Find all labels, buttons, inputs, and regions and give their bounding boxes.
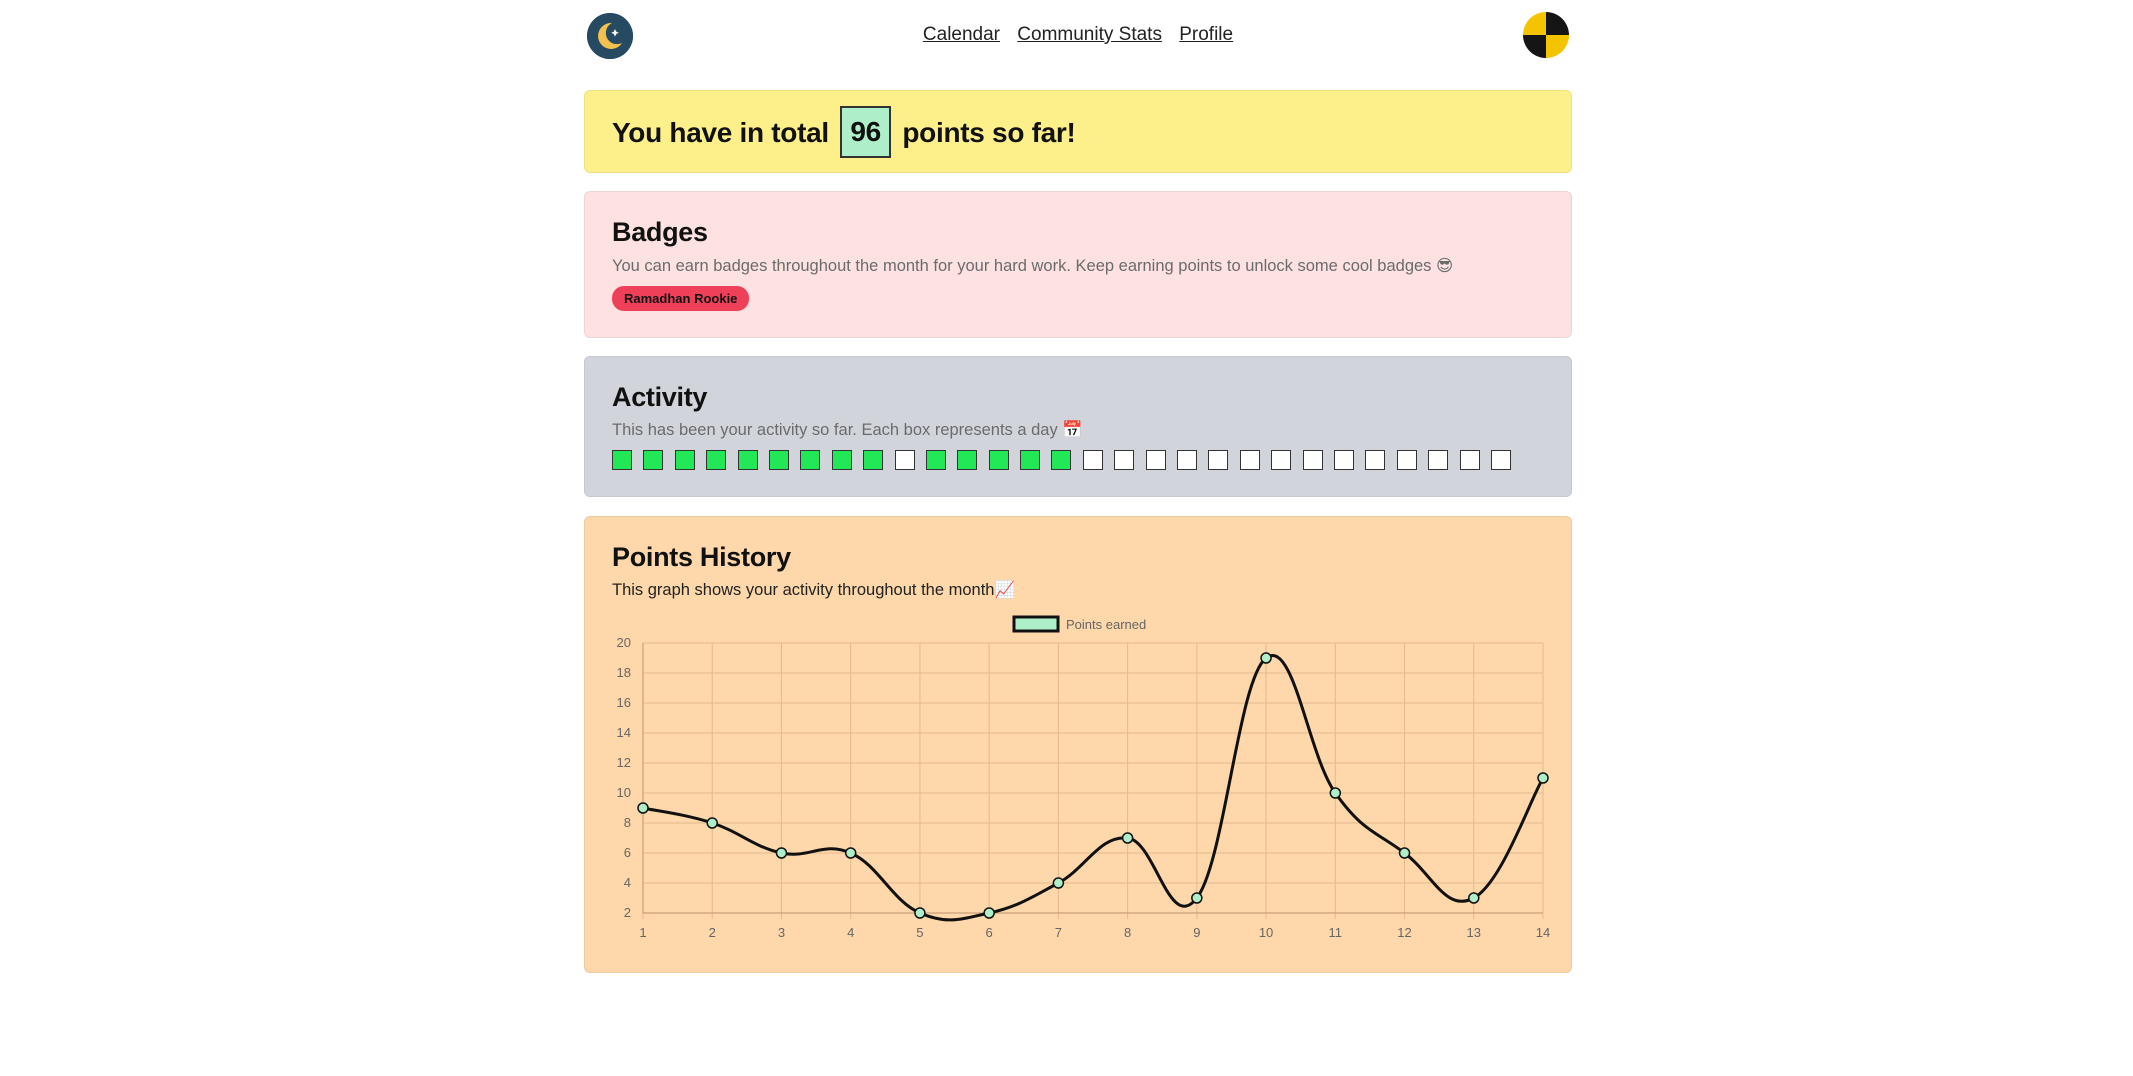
- badges-card: Badges You can earn badges throughout th…: [584, 191, 1572, 338]
- points-total: 96: [840, 105, 891, 158]
- activity-day-2: [643, 450, 664, 470]
- legend-swatch: [1012, 615, 1060, 633]
- points-summary: You have in total 96 points so far!: [612, 91, 1544, 174]
- header: Calendar Community Stats Profile: [584, 0, 1572, 72]
- x-tick-label: 14: [1536, 925, 1550, 940]
- series-line-points-earned: [642, 654, 1545, 922]
- y-tick-label: 4: [624, 875, 631, 890]
- points-suffix: points so far!: [902, 117, 1076, 148]
- x-tick-label: 13: [1467, 925, 1481, 940]
- x-tick-label: 9: [1193, 925, 1200, 940]
- data-point: [1121, 832, 1134, 844]
- activity-day-21: [1239, 450, 1260, 470]
- activity-day-4: [706, 450, 727, 470]
- y-tick-label: 6: [624, 845, 631, 860]
- badges-title: Badges: [612, 217, 708, 247]
- y-tick-label: 12: [617, 755, 631, 770]
- avatar[interactable]: [1523, 12, 1569, 58]
- data-point: [844, 847, 857, 859]
- activity-day-14: [1020, 450, 1041, 470]
- x-tick-label: 10: [1259, 925, 1273, 940]
- activity-day-6: [768, 450, 789, 470]
- activity-day-10: [894, 450, 915, 470]
- points-history-chart: 24681012141618201 2 3 4 5 6 7 8 9 10 11 12 13 14Point…: [617, 615, 1550, 940]
- activity-description: This has been your activity so far. Each…: [612, 421, 1083, 439]
- y-tick-label: 18: [617, 665, 631, 680]
- data-point: [1260, 652, 1272, 664]
- activity-day-5: [737, 450, 758, 470]
- activity-day-18: [1145, 450, 1166, 470]
- activity-day-24: [1333, 450, 1354, 470]
- data-point: [1468, 892, 1480, 904]
- activity-day-23: [1302, 450, 1323, 470]
- activity-day-13: [988, 450, 1009, 470]
- main-nav: Calendar Community Stats Profile: [584, 24, 1572, 46]
- x-tick-label: 8: [1124, 925, 1131, 940]
- legend-label: Points earned: [1066, 617, 1146, 632]
- points-card: You have in total 96 points so far!: [584, 90, 1572, 173]
- y-tick-label: 16: [617, 695, 631, 710]
- data-point: [1537, 772, 1549, 784]
- x-tick-label: 2: [709, 925, 716, 940]
- x-tick-label: 1: [639, 925, 646, 940]
- data-point: [1329, 787, 1342, 799]
- activity-day-9: [863, 450, 884, 470]
- y-tick-label: 20: [617, 635, 631, 650]
- activity-day-27: [1428, 450, 1449, 470]
- data-point: [637, 802, 649, 814]
- x-tick-label: 3: [778, 925, 785, 940]
- activity-day-8: [831, 450, 852, 470]
- activity-day-1: [612, 450, 632, 470]
- activity-day-7: [800, 450, 821, 470]
- nav-calendar[interactable]: Calendar: [923, 24, 1000, 45]
- activity-day-15: [1051, 450, 1072, 470]
- data-point: [706, 817, 718, 829]
- y-tick-label: 2: [624, 905, 631, 920]
- points-history-card: Points History This graph shows your act…: [584, 516, 1572, 973]
- x-tick-label: 11: [1329, 925, 1343, 940]
- activity-day-22: [1271, 450, 1292, 470]
- activity-day-25: [1365, 450, 1386, 470]
- data-point: [1191, 892, 1203, 904]
- y-tick-label: 10: [617, 785, 631, 800]
- activity-day-3: [674, 450, 695, 470]
- activity-day-grid: [612, 450, 1544, 470]
- data-point: [1052, 877, 1065, 889]
- points-prefix: You have in total: [612, 117, 829, 148]
- activity-card: Activity This has been your activity so …: [584, 356, 1572, 497]
- x-tick-label: 12: [1397, 925, 1411, 940]
- nav-community-stats[interactable]: Community Stats: [1017, 24, 1162, 45]
- page: Calendar Community Stats Profile You hav…: [584, 0, 1572, 973]
- nav-profile[interactable]: Profile: [1179, 24, 1233, 45]
- badges-description: You can earn badges throughout the month…: [612, 257, 1454, 275]
- activity-day-28: [1459, 450, 1480, 470]
- activity-day-20: [1208, 450, 1229, 470]
- x-tick-label: 5: [916, 925, 923, 940]
- y-tick-label: 8: [624, 815, 631, 830]
- activity-day-11: [925, 450, 946, 470]
- activity-day-26: [1396, 450, 1417, 470]
- data-point: [914, 907, 926, 919]
- data-point: [983, 907, 995, 919]
- activity-day-19: [1177, 450, 1198, 470]
- x-tick-label: 7: [1055, 925, 1062, 940]
- activity-day-17: [1114, 450, 1135, 470]
- activity-title: Activity: [612, 382, 708, 412]
- x-tick-label: 6: [986, 925, 993, 940]
- x-tick-label: 4: [847, 925, 854, 940]
- data-point: [1398, 847, 1411, 859]
- activity-day-12: [957, 450, 978, 470]
- y-tick-label: 14: [617, 725, 631, 740]
- badge-ramadhan-rookie: Ramadhan Rookie: [612, 286, 750, 311]
- activity-day-29: [1490, 450, 1511, 470]
- activity-day-16: [1082, 450, 1103, 470]
- data-point: [775, 847, 788, 859]
